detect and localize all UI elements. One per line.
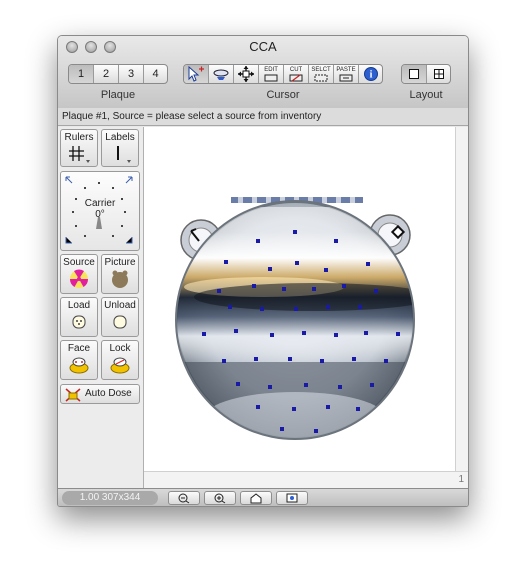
move-arrows-icon: [238, 66, 254, 82]
single-pane-icon: [409, 69, 419, 79]
zoom-in-button[interactable]: [204, 491, 236, 505]
face-label: Face: [67, 343, 91, 354]
layout-selector: [401, 64, 451, 84]
rulers-button[interactable]: Rulers: [60, 129, 98, 167]
scroll-corner-number: 1: [458, 474, 464, 485]
zoom-out-button[interactable]: [168, 491, 200, 505]
paste-tool-label: PASTE: [336, 67, 356, 73]
layout-single-button[interactable]: [402, 65, 427, 83]
plaque-group-label: Plaque: [100, 89, 136, 101]
svg-text:i: i: [369, 70, 372, 81]
select-tool-button[interactable]: SELCT: [309, 65, 334, 83]
plaque-canvas[interactable]: [144, 127, 455, 471]
lock-label: Lock: [109, 343, 131, 354]
plaque-tab-4[interactable]: 4: [144, 65, 167, 83]
pointer-tool-button[interactable]: [184, 65, 209, 83]
edit-icon: [264, 74, 278, 82]
info-tool-button[interactable]: i: [359, 65, 382, 83]
side-panel: Rulers Labels Carrier 0° Source Picture …: [58, 127, 144, 488]
status-bar: Plaque #1, Source = please select a sour…: [58, 108, 468, 126]
edit-tool-label: EDIT: [264, 67, 278, 73]
carrier-rotation-dial[interactable]: Carrier 0°: [60, 171, 140, 251]
lock-button[interactable]: Lock: [101, 340, 139, 380]
grid-ruler-icon: [69, 146, 90, 163]
paste-icon: [339, 74, 353, 82]
load-button[interactable]: Load: [60, 297, 98, 337]
auto-dose-button[interactable]: Auto Dose: [60, 384, 140, 404]
app-window: CCA 1 2 3 4 Plaque EDIT CUT SELCT PASTE …: [57, 35, 469, 507]
home-icon: [250, 493, 262, 504]
move-tool-button[interactable]: [234, 65, 259, 83]
rulers-label: Rulers: [64, 132, 94, 143]
cut-icon: [289, 74, 303, 82]
source-label: Source: [63, 257, 95, 268]
unload-plaque-icon: [113, 315, 127, 329]
info-icon: i: [363, 67, 378, 81]
horizontal-scrollbar[interactable]: 1: [144, 471, 468, 489]
zoom-in-icon: [214, 493, 226, 504]
face-view-icon: [69, 357, 89, 374]
cursor-group-label: Cursor: [266, 89, 300, 101]
arrow-pointer-icon: [188, 65, 204, 82]
plaque-visualization: [175, 197, 415, 440]
auto-dose-label: Auto Dose: [85, 388, 132, 399]
lock-plaque-icon: [110, 357, 130, 374]
select-icon: [314, 74, 328, 82]
picture-button[interactable]: Picture: [101, 254, 139, 294]
fit-view-button[interactable]: [276, 491, 308, 505]
edit-tool-button[interactable]: EDIT: [259, 65, 284, 83]
seed-tool-button[interactable]: [209, 65, 234, 83]
home-view-button[interactable]: [240, 491, 272, 505]
window-title: CCA: [249, 39, 277, 54]
plaque-picture-icon: [112, 270, 128, 288]
labels-label: Labels: [105, 132, 135, 143]
layout-grid-button[interactable]: [427, 65, 450, 83]
face-button[interactable]: Face: [60, 340, 98, 380]
cursor-tools: EDIT CUT SELCT PASTE i: [183, 64, 383, 84]
select-tool-label: SELCT: [311, 67, 331, 73]
plaque-tab-1[interactable]: 1: [69, 65, 94, 83]
unload-button[interactable]: Unload: [101, 297, 139, 337]
plaque-tab-2[interactable]: 2: [94, 65, 119, 83]
source-button[interactable]: Source: [60, 254, 98, 294]
cut-tool-label: CUT: [289, 67, 303, 73]
zoom-info: 1.00 307x344: [62, 491, 158, 505]
fit-icon: [286, 493, 298, 503]
vertical-scrollbar[interactable]: [455, 127, 468, 471]
paste-tool-button[interactable]: PASTE: [334, 65, 359, 83]
status-text: Plaque #1, Source = please select a sour…: [62, 111, 322, 122]
carrier-angle: 0°: [95, 209, 105, 220]
picture-label: Picture: [104, 257, 136, 268]
load-label: Load: [67, 300, 91, 311]
seed-icon: [213, 69, 229, 80]
label-marker-icon: [117, 146, 131, 163]
radiation-icon: [69, 269, 89, 288]
cut-tool-button[interactable]: CUT: [284, 65, 309, 83]
layout-group-label: Layout: [409, 89, 443, 101]
zoom-out-icon: [178, 493, 190, 504]
bottom-bar: 1.00 307x344: [58, 488, 468, 506]
labels-button[interactable]: Labels: [101, 129, 139, 167]
toolbar: CCA 1 2 3 4 Plaque EDIT CUT SELCT PASTE …: [58, 36, 468, 109]
auto-dose-icon: [65, 388, 81, 402]
load-plaque-icon: [72, 315, 86, 329]
grid-panes-icon: [433, 69, 444, 79]
unload-label: Unload: [104, 300, 136, 311]
plaque-tab-3[interactable]: 3: [119, 65, 144, 83]
plaque-selector: 1 2 3 4: [68, 64, 168, 84]
carrier-label: Carrier: [84, 198, 116, 209]
